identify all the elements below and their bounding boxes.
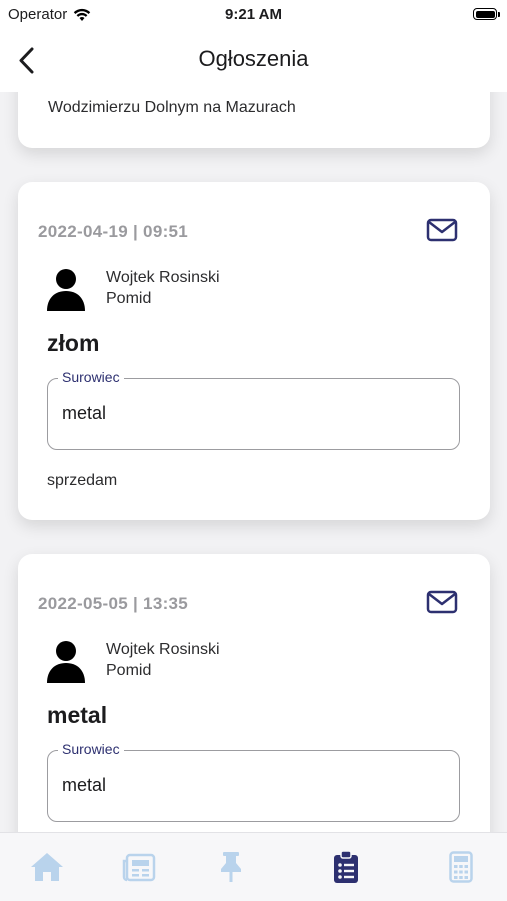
clipboard-list-icon — [334, 850, 358, 883]
calculator-icon — [449, 851, 473, 883]
battery-fill — [475, 10, 495, 18]
tab-pinned[interactable] — [211, 849, 251, 885]
tab-announcements[interactable] — [326, 849, 366, 885]
mail-icon — [426, 218, 458, 242]
pin-icon — [221, 852, 241, 882]
material-field-value: metal — [62, 403, 107, 423]
material-field-value: metal — [62, 775, 107, 795]
tab-calculator[interactable] — [441, 849, 481, 885]
nav-bar: Ogłoszenia — [0, 30, 507, 92]
announcement-description: Wodzimierzu Dolnym na Mazurach — [48, 98, 460, 118]
home-icon — [31, 853, 63, 881]
announcement-description-line: Wodzimierzu Dolnym na Mazurach — [48, 99, 296, 116]
mail-icon — [426, 590, 458, 614]
announcements-list[interactable]: Wodzimierzu Dolnym na Mazurach 2022-04-1… — [0, 92, 507, 832]
material-field-label: Surowiec — [58, 741, 124, 757]
announcement-title: złom — [47, 330, 100, 356]
author-company: Pomid — [106, 662, 152, 679]
announcement-date: 2022-04-19 | 09:51 — [38, 222, 189, 241]
author-company: Pomid — [106, 290, 152, 307]
battery-icon — [473, 8, 500, 20]
user-icon — [47, 641, 85, 683]
announcement-title: metal — [47, 702, 108, 728]
tab-news[interactable] — [119, 849, 159, 885]
author-name: Wojtek Rosinski — [106, 269, 220, 286]
announcement-card[interactable]: 2022-04-19 | 09:51 Wojtek Rosinski Pomid… — [18, 182, 490, 520]
status-time: 9:21 AM — [225, 6, 282, 23]
mail-button[interactable] — [426, 590, 458, 614]
announcement-card[interactable]: 2022-05-05 | 13:35 Wojtek Rosinski Pomid… — [18, 554, 490, 832]
tab-home[interactable] — [27, 849, 67, 885]
page-title: Ogłoszenia — [198, 46, 309, 71]
material-field-label: Surowiec — [58, 369, 124, 385]
tab-bar — [0, 832, 507, 901]
author-name: Wojtek Rosinski — [106, 641, 220, 658]
mail-button[interactable] — [426, 218, 458, 242]
user-icon — [47, 269, 85, 311]
announcement-card[interactable]: Wodzimierzu Dolnym na Mazurach — [18, 92, 490, 148]
news-icon — [122, 853, 156, 882]
material-field[interactable]: Surowiec metal — [47, 741, 460, 822]
material-field[interactable]: Surowiec metal — [47, 369, 460, 450]
status-bar: Operator 9:21 AM — [0, 0, 507, 30]
announcement-date: 2022-05-05 | 13:35 — [38, 594, 189, 613]
announcement-description: sprzedam — [47, 472, 118, 489]
battery-cap — [498, 12, 500, 17]
